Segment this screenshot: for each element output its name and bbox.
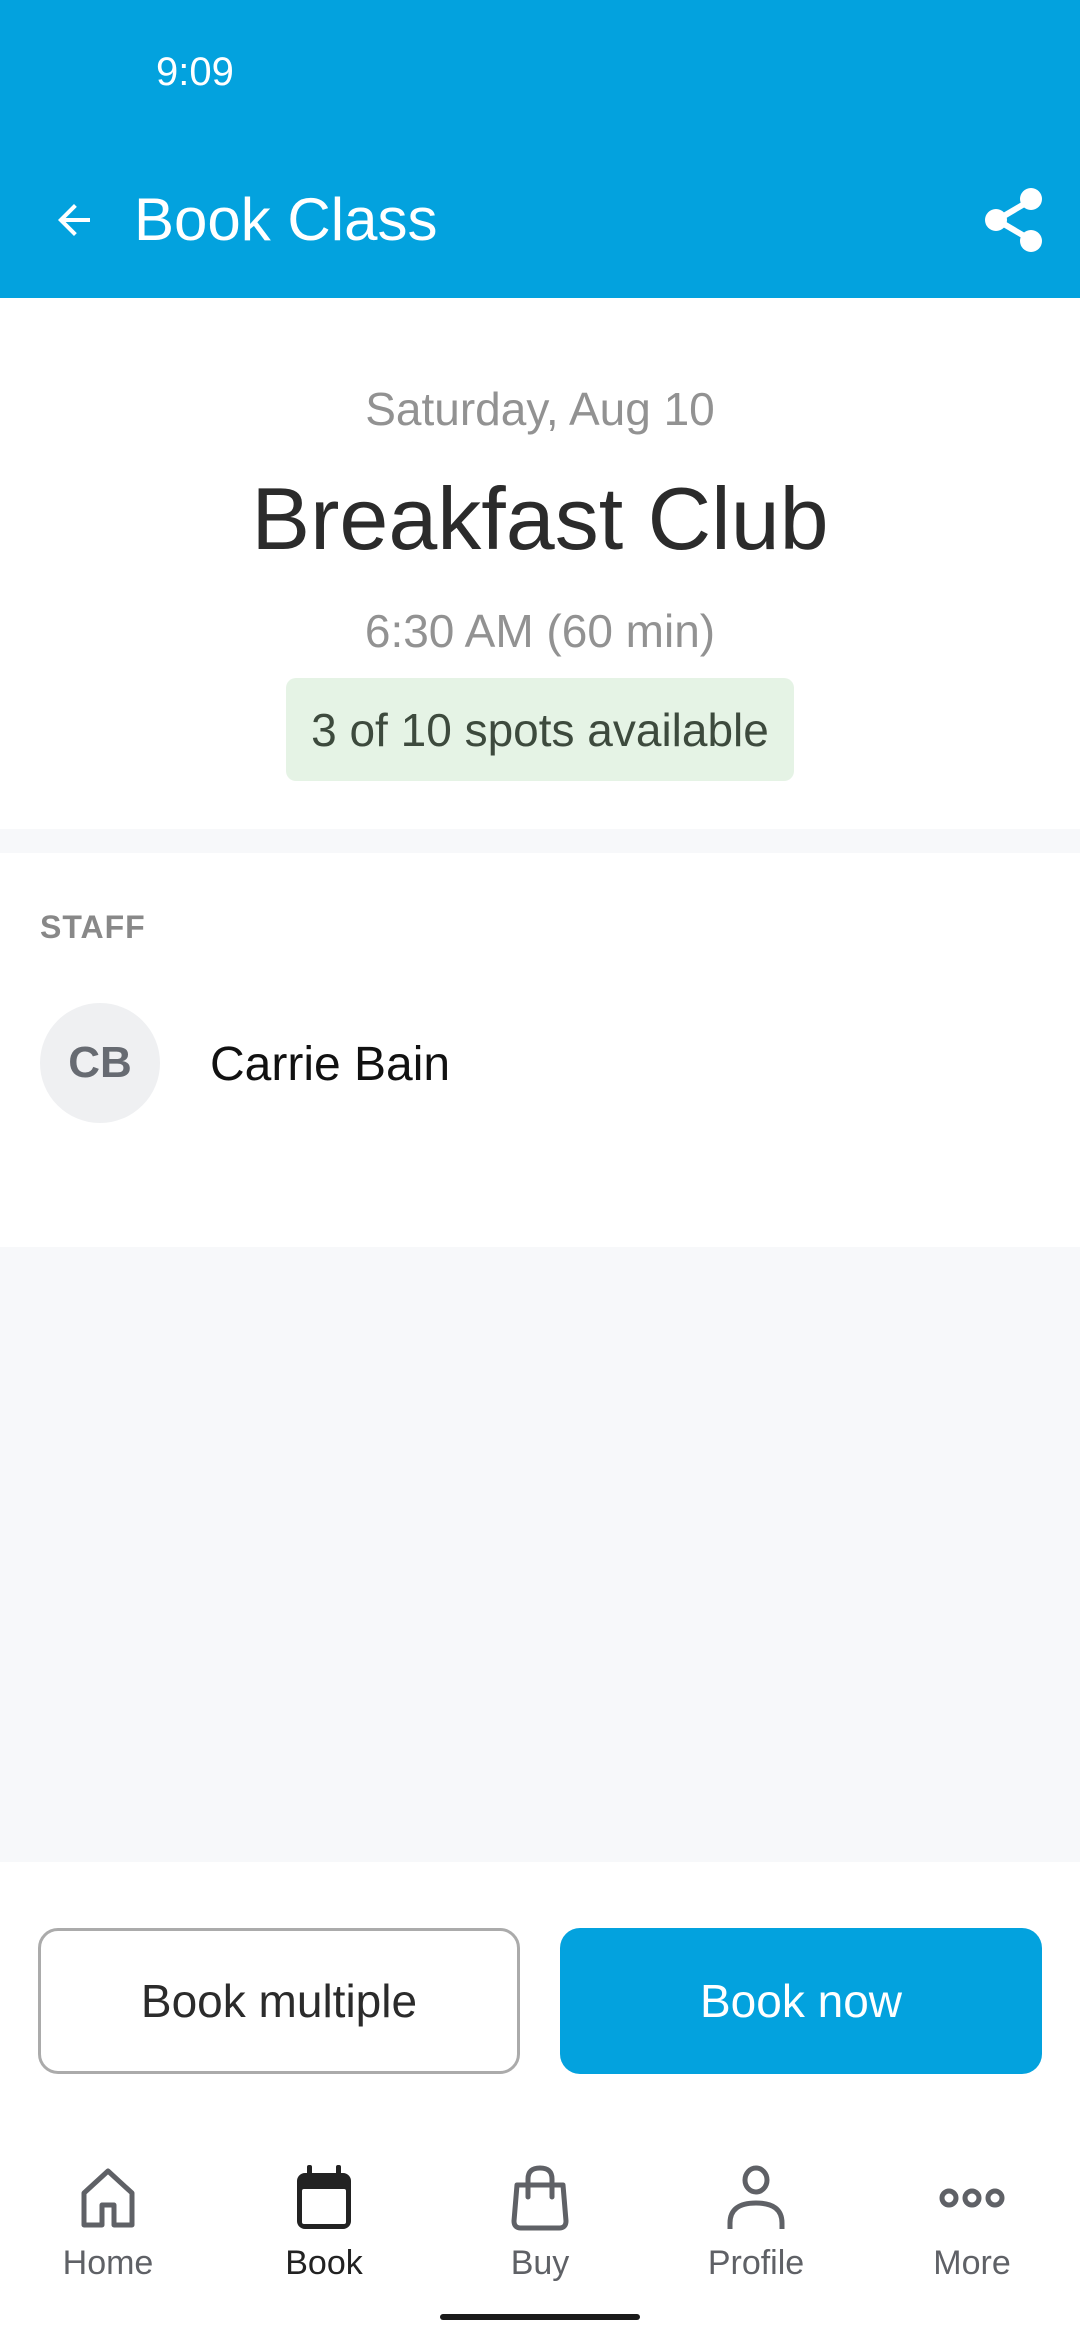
arrow-left-icon — [58, 204, 90, 236]
book-now-button[interactable]: Book now — [560, 1928, 1042, 2074]
book-multiple-button[interactable]: Book multiple — [38, 1928, 520, 2074]
nav-item-book[interactable]: Book — [216, 2162, 432, 2312]
calendar-icon — [288, 2162, 360, 2234]
staff-section: STAFF CB Carrie Bain — [0, 853, 1080, 1247]
home-icon — [72, 2162, 144, 2234]
more-dots-icon — [936, 2162, 1008, 2234]
class-date: Saturday, Aug 10 — [365, 383, 715, 435]
section-divider — [0, 829, 1080, 853]
shopping-bag-icon — [504, 2162, 576, 2234]
nav-label-more: More — [933, 2244, 1011, 2282]
share-icon — [985, 188, 1042, 252]
nav-item-more[interactable]: More — [864, 2162, 1080, 2312]
class-time: 6:30 AM (60 min) — [364, 605, 716, 657]
empty-content-area — [0, 1247, 1080, 1862]
staff-heading: STAFF — [40, 909, 146, 945]
bottom-navigation: Home Book Buy Profile More — [0, 2122, 1080, 2340]
booking-actions: Book multiple Book now — [0, 1862, 1080, 2122]
home-indicator[interactable] — [440, 2314, 640, 2320]
spots-available-badge: 3 of 10 spots available — [286, 678, 794, 781]
nav-item-home[interactable]: Home — [0, 2162, 216, 2312]
nav-label-book: Book — [285, 2244, 363, 2282]
nav-label-profile: Profile — [707, 2244, 805, 2282]
staff-name: Carrie Bain — [210, 1038, 451, 1091]
nav-item-profile[interactable]: Profile — [648, 2162, 864, 2312]
staff-list-item[interactable]: CB Carrie Bain — [0, 1001, 1080, 1125]
nav-label-home: Home — [62, 2244, 154, 2282]
class-header: Saturday, Aug 10 Breakfast Club 6:30 AM … — [0, 298, 1080, 829]
page-title: Book Class — [134, 186, 438, 253]
class-name: Breakfast Club — [251, 469, 829, 568]
status-bar-time: 9:09 — [156, 50, 234, 94]
nav-item-buy[interactable]: Buy — [432, 2162, 648, 2312]
nav-label-buy: Buy — [510, 2244, 570, 2282]
back-button[interactable] — [40, 186, 108, 254]
app-bar: 9:09 Book Class — [0, 0, 1080, 298]
person-icon — [720, 2162, 792, 2234]
avatar: CB — [40, 1003, 160, 1123]
share-button[interactable] — [976, 182, 1052, 258]
